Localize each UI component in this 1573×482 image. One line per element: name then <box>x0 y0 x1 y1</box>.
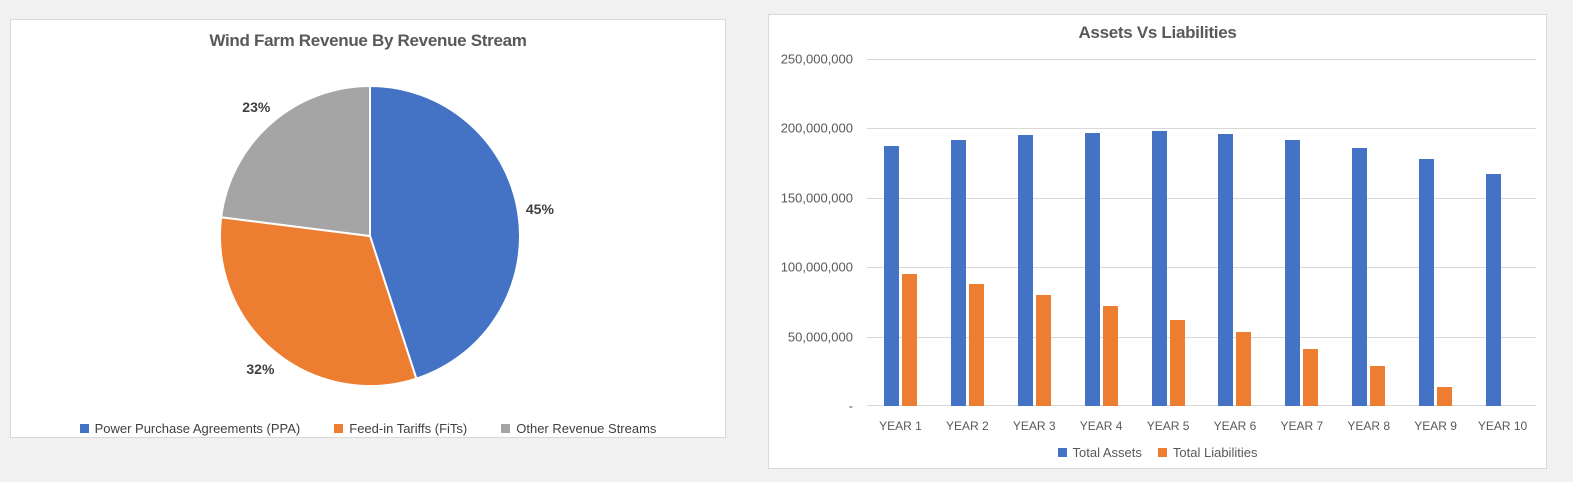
legend-label: Power Purchase Agreements (PPA) <box>94 421 301 436</box>
legend-item: Feed-in Tariffs (FiTs) <box>334 421 467 436</box>
x-axis-tick-label: YEAR 5 <box>1146 419 1190 433</box>
legend-item: Power Purchase Agreements (PPA) <box>79 421 301 436</box>
pie-data-label: 45% <box>525 201 554 218</box>
x-axis-tick-label: YEAR 4 <box>1079 419 1123 433</box>
pie-legend: Power Purchase Agreements (PPA) Feed-in T… <box>11 421 725 436</box>
x-axis-tick-label: YEAR 10 <box>1477 419 1528 433</box>
pie-chart <box>219 85 521 387</box>
pie-slice <box>220 85 371 237</box>
legend-label: Total Assets <box>1072 445 1142 460</box>
legend-swatch-icon <box>1157 448 1167 457</box>
pie-chart-title: Wind Farm Revenue By Revenue Stream <box>209 31 527 50</box>
legend-item: Total Assets <box>1057 445 1142 460</box>
legend-label: Other Revenue Streams <box>516 421 657 436</box>
pie-chart-card[interactable]: Wind Farm Revenue By Revenue Stream 45% 3… <box>10 19 726 438</box>
x-axis-tick-label: YEAR 1 <box>879 419 922 433</box>
x-axis-tick-label: YEAR 3 <box>1012 419 1056 433</box>
charts-dashboard: { "chart_data": [ { "type": "pie", "titl… <box>0 0 1573 482</box>
x-axis-tick-label: YEAR 6 <box>1213 419 1257 433</box>
bar-legend: Total Assets Total Liabilities <box>769 445 1546 460</box>
legend-swatch-icon <box>79 424 89 433</box>
legend-item: Other Revenue Streams <box>501 421 656 436</box>
x-axis-tick-label: YEAR 2 <box>945 419 989 433</box>
x-axis-tick-label: YEAR 9 <box>1414 419 1457 433</box>
bar-chart-card[interactable]: Assets Vs Liabilities -50,000,000 100,000… <box>768 14 1547 469</box>
legend-swatch-icon <box>1057 448 1067 457</box>
x-axis-labels: YEAR 1 YEAR 2 YEAR 3 YEAR 4 YEAR 5 YEAR 6 YEAR… <box>769 15 1546 468</box>
legend-label: Feed-in Tariffs (FiTs) <box>349 421 468 436</box>
legend-label: Total Liabilities <box>1172 445 1258 460</box>
legend-item: Total Liabilities <box>1157 445 1258 460</box>
x-axis-tick-label: YEAR 7 <box>1280 419 1324 433</box>
x-axis-tick-label: YEAR 8 <box>1347 419 1391 433</box>
legend-swatch-icon <box>501 424 511 433</box>
legend-swatch-icon <box>334 424 344 433</box>
pie-plot-area: 45% 32% 23% <box>210 76 554 396</box>
